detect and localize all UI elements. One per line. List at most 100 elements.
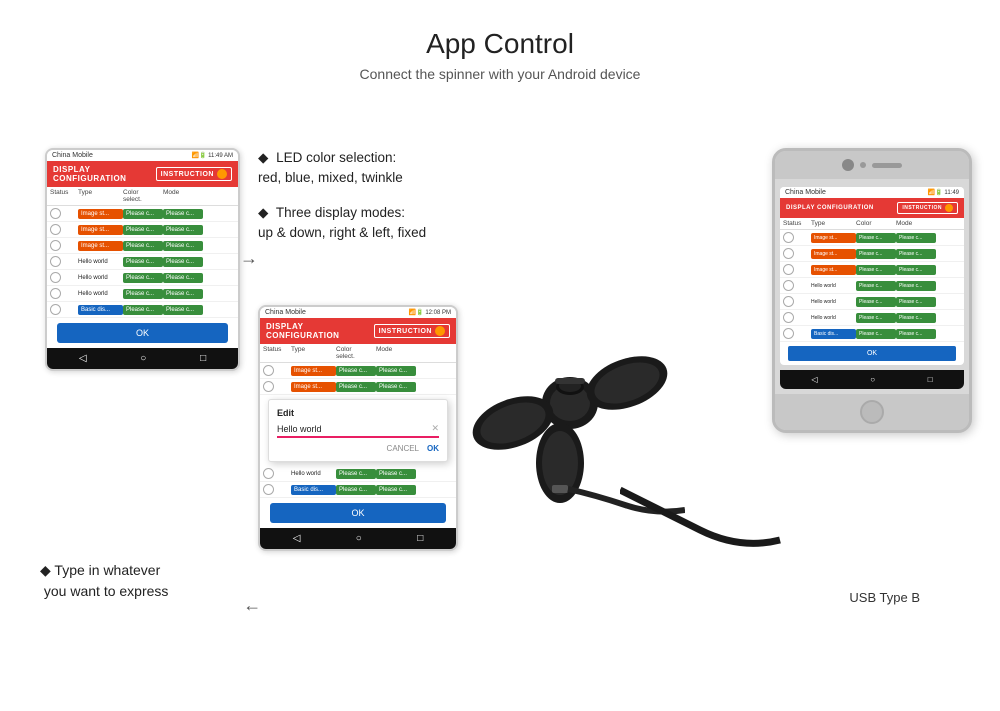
col-type-mid: Type	[291, 346, 336, 360]
recent-icon-mid[interactable]: □	[417, 533, 423, 544]
type-tag-3: Image st...	[78, 241, 123, 251]
instruction-btn-mid[interactable]: INSTRUCTION	[374, 324, 450, 338]
mode-tag-7[interactable]: Please c...	[163, 305, 203, 315]
color-tag-4[interactable]: Please c...	[123, 257, 163, 267]
home-icon-mid[interactable]: ○	[356, 533, 362, 544]
radio-left-7[interactable]	[50, 304, 61, 315]
mode-tag-3[interactable]: Please c...	[163, 241, 203, 251]
mode-tag-1[interactable]: Please c...	[163, 209, 203, 219]
phone-left: China Mobile 📶🔋 11:49 AM DISPLAY CONFIGU…	[45, 148, 240, 371]
mode-tag-mid-3[interactable]: Please c...	[376, 469, 416, 479]
radio-right-7[interactable]	[783, 328, 794, 339]
radio-right-6[interactable]	[783, 312, 794, 323]
mode-tag-2[interactable]: Please c...	[163, 225, 203, 235]
col-mode-left: Mode	[163, 189, 203, 203]
annotation-text: Type in whatever you want to express	[40, 562, 168, 599]
home-icon-left[interactable]: ○	[140, 353, 146, 364]
edit-input-value[interactable]: Hello world	[277, 424, 431, 434]
radio-right-4[interactable]	[783, 280, 794, 291]
edit-cancel-button[interactable]: CANCEL	[387, 444, 419, 453]
color-tag-mid-1[interactable]: Please c...	[336, 366, 376, 376]
type-tag-hello-2: Hello world	[78, 275, 123, 281]
mode-tag-mid-4[interactable]: Please c...	[376, 485, 416, 495]
mode-tag-5[interactable]: Please c...	[163, 273, 203, 283]
color-tag-5[interactable]: Please c...	[123, 273, 163, 283]
color-tag-mid-4[interactable]: Please c...	[336, 485, 376, 495]
type-tag-mid-hello: Hello world	[291, 471, 336, 477]
recent-icon-left[interactable]: □	[200, 353, 206, 364]
back-icon-right[interactable]: ◁	[811, 375, 817, 384]
color-tag-7[interactable]: Please c...	[123, 305, 163, 315]
type-tag-hello-3: Hello world	[78, 291, 123, 297]
page-subtitle: Connect the spinner with your Android de…	[0, 66, 1000, 82]
color-tag-mid-3[interactable]: Please c...	[336, 469, 376, 479]
color-tag-2[interactable]: Please c...	[123, 225, 163, 235]
ok-button-right[interactable]: OK	[788, 346, 956, 361]
table-row: Basic dis... Please c... Please c...	[780, 326, 964, 342]
radio-mid-1[interactable]	[263, 365, 274, 376]
table-row: Image st... Please c... Please c...	[47, 222, 238, 238]
instruction-btn-right[interactable]: INSTRUCTION	[897, 202, 958, 214]
radio-left-4[interactable]	[50, 256, 61, 267]
radio-mid-4[interactable]	[263, 484, 274, 495]
type-tag-1: Image st...	[78, 209, 123, 219]
radio-right-3[interactable]	[783, 264, 794, 275]
mode-tag-mid-2[interactable]: Please c...	[376, 382, 416, 392]
diamond-icon-2: ◆	[258, 205, 268, 220]
display-config-label-mid: DISPLAY CONFIGURATION	[266, 322, 374, 340]
ok-button-left[interactable]: OK	[57, 323, 228, 343]
radio-left-2[interactable]	[50, 224, 61, 235]
instruction-label-mid: INSTRUCTION	[379, 328, 432, 335]
home-icon-right[interactable]: ○	[870, 375, 875, 384]
orange-circle-left	[217, 169, 227, 179]
radio-mid-3[interactable]	[263, 468, 274, 479]
bullets-area: ◆ LED color selection:red, blue, mixed, …	[258, 148, 426, 257]
radio-right-5[interactable]	[783, 296, 794, 307]
table-row: Basic dis... Please c... Please c...	[47, 302, 238, 318]
color-tag-mid-2[interactable]: Please c...	[336, 382, 376, 392]
back-icon-mid[interactable]: ◁	[293, 533, 301, 544]
color-tag-1[interactable]: Please c...	[123, 209, 163, 219]
radio-left-6[interactable]	[50, 288, 61, 299]
phone-right-screen: China Mobile 📶🔋 11:49 DISPLAY CONFIGURAT…	[780, 187, 964, 365]
phone-right-top-bar: DISPLAY CONFIGURATION INSTRUCTION	[780, 198, 964, 218]
phone-mid: China Mobile 📶🔋 12:08 PM DISPLAY CONFIGU…	[258, 305, 458, 551]
mode-tag-4[interactable]: Please c...	[163, 257, 203, 267]
edit-clear-icon[interactable]: ✕	[431, 423, 439, 434]
orange-circle-mid	[435, 326, 445, 336]
front-camera-right	[842, 159, 854, 171]
edit-ok-button[interactable]: OK	[427, 444, 439, 453]
table-row: Hello world Please c... Please c...	[47, 270, 238, 286]
instruction-btn-left[interactable]: INSTRUCTION	[156, 167, 232, 181]
radio-left-1[interactable]	[50, 208, 61, 219]
table-row: Image st... Please c... Please c...	[780, 262, 964, 278]
type-tag-2: Image st...	[78, 225, 123, 235]
earpiece-right	[872, 163, 902, 168]
table-row: Hello world Please c... Please c...	[780, 278, 964, 294]
home-button-right[interactable]	[860, 400, 884, 424]
col-color-mid: Colorselect.	[336, 346, 376, 360]
edit-dialog-actions: CANCEL OK	[277, 444, 439, 453]
color-tag-6[interactable]: Please c...	[123, 289, 163, 299]
recent-icon-right[interactable]: □	[928, 375, 933, 384]
ok-button-mid[interactable]: OK	[270, 503, 446, 523]
edit-dialog-title: Edit	[277, 408, 439, 418]
mode-tag-6[interactable]: Please c...	[163, 289, 203, 299]
radio-mid-2[interactable]	[263, 381, 274, 392]
radio-left-3[interactable]	[50, 240, 61, 251]
table-row: Image st... Please c... Please c...	[47, 238, 238, 254]
mode-tag-mid-1[interactable]: Please c...	[376, 366, 416, 376]
back-icon-left[interactable]: ◁	[79, 353, 87, 364]
type-tag-mid-basic: Basic dis...	[291, 485, 336, 495]
usb-cable	[620, 450, 800, 570]
phone-right-status-bar: China Mobile 📶🔋 11:49	[780, 187, 964, 198]
radio-right-2[interactable]	[783, 248, 794, 259]
radio-right-1[interactable]	[783, 232, 794, 243]
orange-circle-right	[945, 204, 953, 212]
type-tag-basic: Basic dis...	[78, 305, 123, 315]
phone-mid-col-headers: Status Type Colorselect. Mode	[260, 344, 456, 363]
color-tag-3[interactable]: Please c...	[123, 241, 163, 251]
radio-left-5[interactable]	[50, 272, 61, 283]
col-mode-mid: Mode	[376, 346, 416, 360]
status-icons-mid: 📶🔋 12:08 PM	[409, 309, 451, 316]
